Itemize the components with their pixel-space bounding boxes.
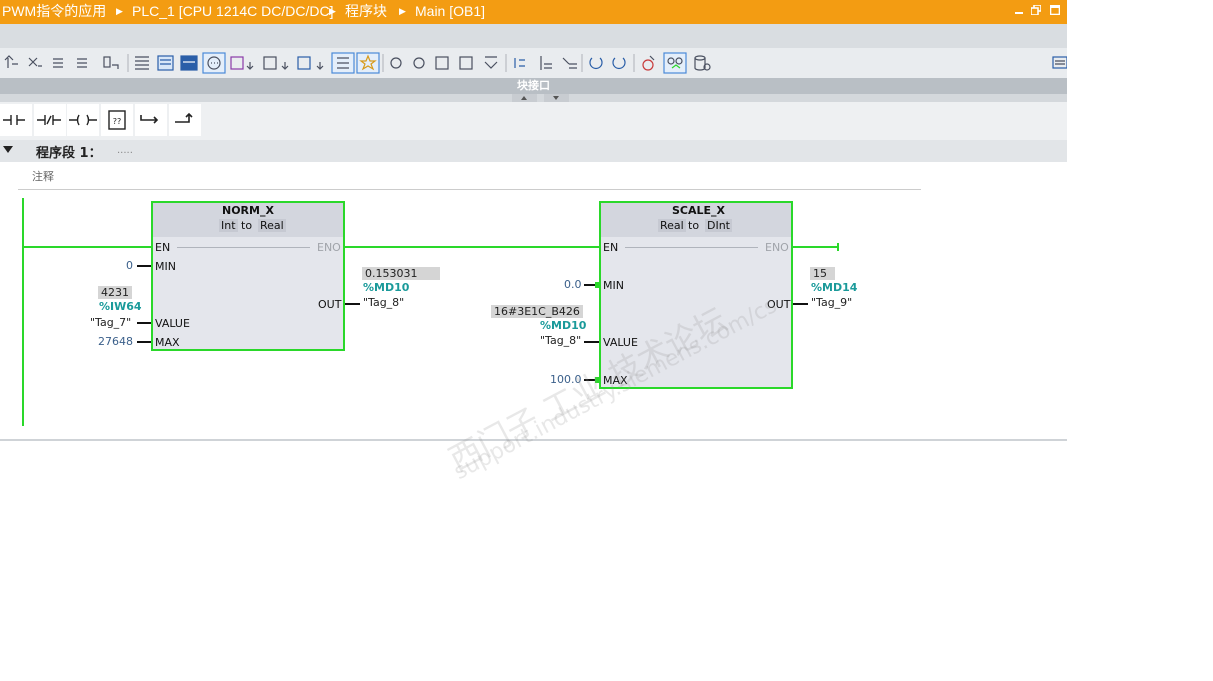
scale-x-value-monitor: 16#3E1C_B426 (491, 305, 583, 318)
norm-x-eno-pin: ENO (317, 241, 341, 254)
scale-x-value-address[interactable]: %MD10 (540, 319, 586, 332)
norm-x-type-to[interactable]: Real (258, 219, 286, 232)
scale-x-title: SCALE_X (672, 204, 726, 217)
scale-x-out-monitor: 15 (810, 267, 835, 280)
norm-x-en-pin: EN (155, 241, 171, 254)
norm-x-max-value[interactable]: 27648 (98, 335, 133, 348)
norm-x-to: to (241, 219, 253, 232)
norm-x-min-value[interactable]: 0 (126, 259, 133, 272)
norm-x-min-pin: MIN (155, 260, 176, 273)
norm-x-value-pin: VALUE (155, 317, 190, 330)
scale-x-value-tag[interactable]: "Tag_8" (540, 334, 581, 347)
norm-x-type-from[interactable]: Int (219, 219, 238, 232)
norm-x-out-pin: OUT (318, 298, 342, 311)
norm-x-value-monitor: 4231 (98, 286, 132, 299)
scale-x-min-value[interactable]: 0.0 (564, 278, 582, 291)
scale-x-type-to[interactable]: DInt (705, 219, 732, 232)
norm-x-out-monitor: 0.153031 (362, 267, 440, 280)
scale-x-out-tag[interactable]: "Tag_9" (811, 296, 852, 309)
scale-x-out-address[interactable]: %MD14 (811, 281, 857, 294)
norm-x-out-address[interactable]: %MD10 (363, 281, 409, 294)
scale-x-en-pin: EN (603, 241, 619, 254)
scale-x-min-pin: MIN (603, 279, 624, 292)
scale-x-eno-pin: ENO (765, 241, 789, 254)
scale-x-to: to (688, 219, 700, 232)
norm-x-value-tag[interactable]: "Tag_7" (90, 316, 131, 329)
norm-x-out-tag[interactable]: "Tag_8" (363, 296, 404, 309)
norm-x-title: NORM_X (222, 204, 274, 217)
norm-x-value-address[interactable]: %IW64 (99, 300, 142, 313)
scale-x-type-from[interactable]: Real (658, 219, 686, 232)
norm-x-max-pin: MAX (155, 336, 180, 349)
